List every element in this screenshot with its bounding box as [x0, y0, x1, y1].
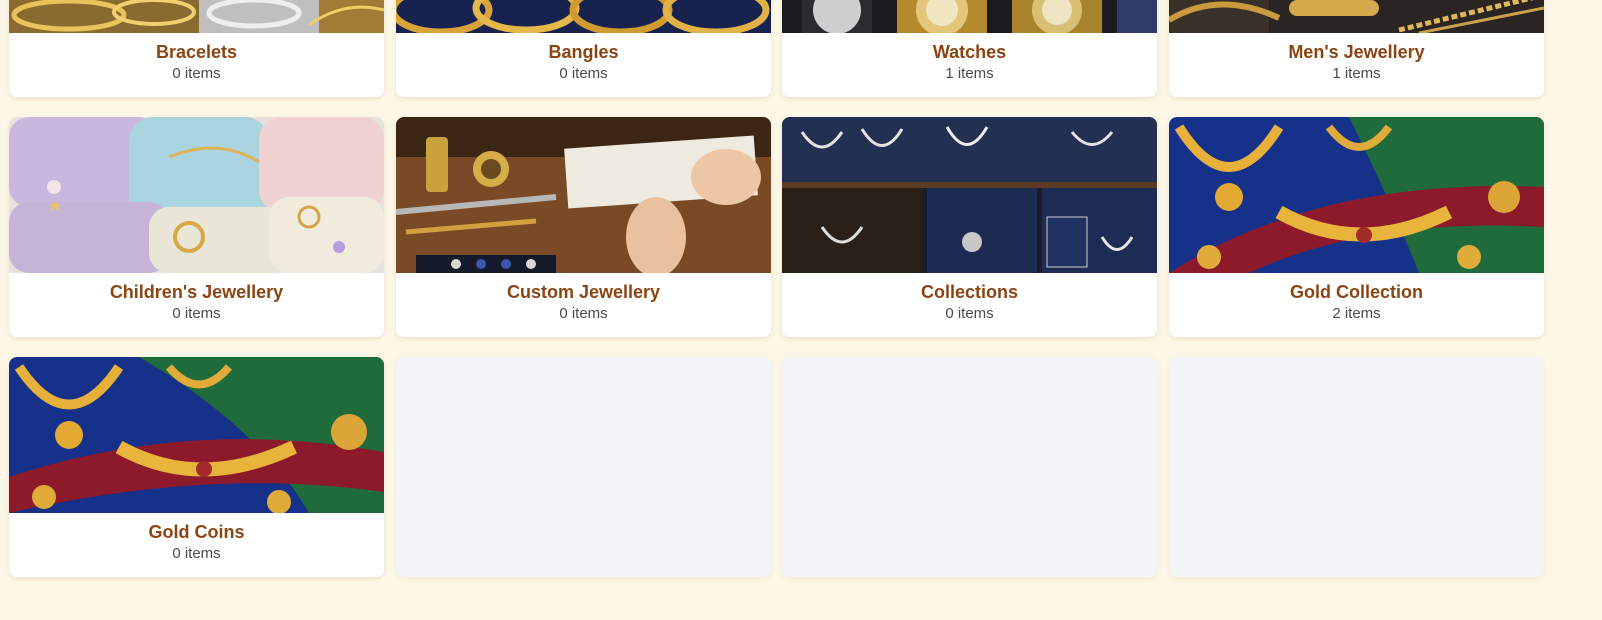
- category-count: 0 items: [559, 65, 608, 82]
- category-count: 2 items: [1332, 305, 1381, 322]
- category-title: Men's Jewellery: [1288, 42, 1425, 62]
- bangles-image: [396, 0, 771, 33]
- category-card-bangles[interactable]: Bangles 0 items: [396, 0, 771, 97]
- page-scrollbar[interactable]: [1590, 0, 1602, 620]
- category-count: 0 items: [945, 305, 994, 322]
- category-card-watches[interactable]: Watches 1 items: [782, 0, 1157, 97]
- loading-card-placeholder: [396, 357, 771, 577]
- category-count: 1 items: [1332, 65, 1381, 82]
- category-card-bracelets[interactable]: Bracelets 0 items: [9, 0, 384, 97]
- watches-image: [782, 0, 1157, 33]
- category-card-gold-coins[interactable]: Gold Coins 0 items: [9, 357, 384, 577]
- category-title: Custom Jewellery: [506, 282, 661, 302]
- category-card-childrens-jewellery[interactable]: Children's Jewellery 0 items: [9, 117, 384, 337]
- category-title: Gold Collection: [1290, 282, 1423, 302]
- category-count: 0 items: [172, 305, 221, 322]
- category-card-collections[interactable]: Collections 0 items: [782, 117, 1157, 337]
- category-title: Watches: [932, 42, 1007, 62]
- category-title: Gold Coins: [148, 522, 245, 542]
- custom-jewellery-image: [396, 117, 771, 273]
- category-title: Children's Jewellery: [109, 282, 284, 302]
- bracelets-image: [9, 0, 384, 33]
- category-title: Bangles: [548, 42, 619, 62]
- collections-image: [782, 117, 1157, 273]
- loading-card-placeholder: [1169, 357, 1544, 577]
- category-count: 0 items: [559, 305, 608, 322]
- category-count: 0 items: [172, 65, 221, 82]
- category-title: Collections: [920, 282, 1018, 302]
- category-count: 1 items: [945, 65, 994, 82]
- category-card-custom-jewellery[interactable]: Custom Jewellery 0 items: [396, 117, 771, 337]
- gold-coins-image: [9, 357, 384, 513]
- gold-collection-image: [1169, 117, 1544, 273]
- mens-jewellery-image: [1169, 0, 1544, 33]
- category-count: 0 items: [172, 545, 221, 562]
- loading-card-placeholder: [782, 357, 1157, 577]
- category-title: Bracelets: [155, 42, 238, 62]
- category-card-mens-jewellery[interactable]: Men's Jewellery 1 items: [1169, 0, 1544, 97]
- childrens-jewellery-image: [9, 117, 384, 273]
- category-card-gold-collection[interactable]: Gold Collection 2 items: [1169, 117, 1544, 337]
